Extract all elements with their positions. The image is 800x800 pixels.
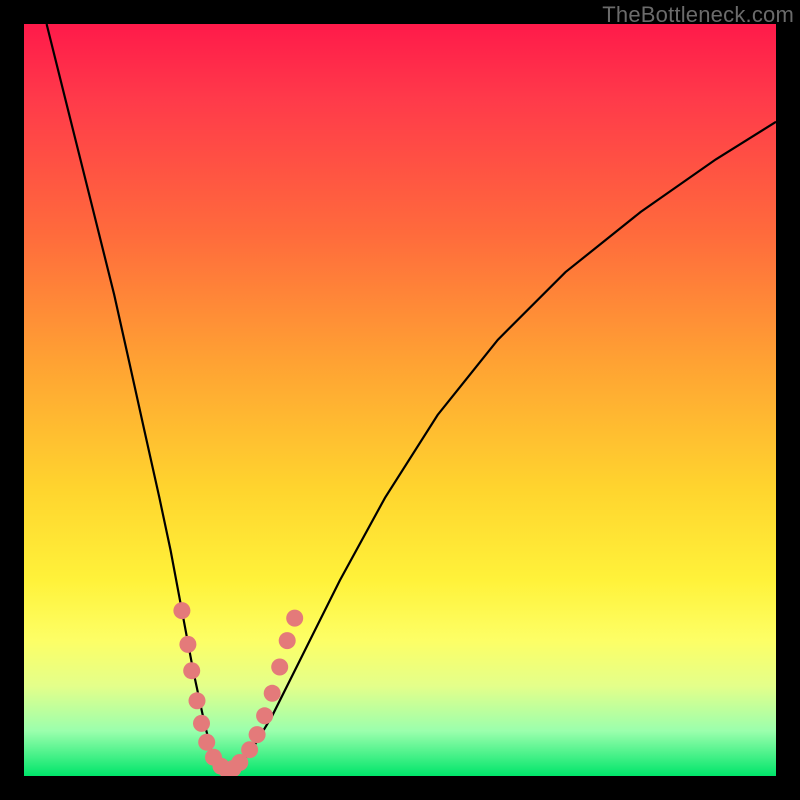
watermark-text: TheBottleneck.com: [602, 2, 794, 28]
data-marker: [256, 707, 273, 724]
data-marker: [286, 610, 303, 627]
data-marker: [249, 726, 266, 743]
data-marker: [183, 662, 200, 679]
data-marker: [271, 659, 288, 676]
data-marker: [173, 602, 190, 619]
data-marker: [198, 734, 215, 751]
data-marker: [189, 692, 206, 709]
data-marker: [241, 741, 258, 758]
bottleneck-curve: [47, 24, 776, 772]
data-marker: [193, 715, 210, 732]
chart-area: [24, 24, 776, 776]
data-marker: [279, 632, 296, 649]
data-marker: [264, 685, 281, 702]
data-marker: [179, 636, 196, 653]
bottleneck-chart: [24, 24, 776, 776]
